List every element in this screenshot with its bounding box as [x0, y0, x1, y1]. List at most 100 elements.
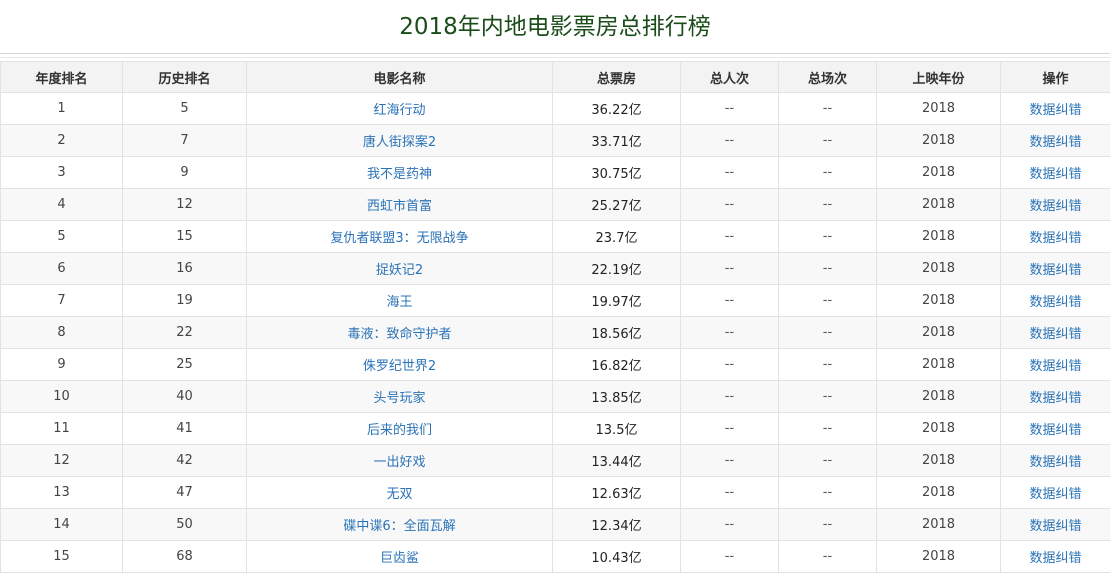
data-correction-link[interactable]: 数据纠错	[1000, 92, 1110, 125]
cell-gross: 12.34亿	[552, 508, 681, 541]
header-release-year[interactable]: 上映年份	[876, 61, 1001, 93]
table-row: 1 5 红海行动 36.22亿 -- -- 2018 数据纠错	[0, 92, 1110, 125]
cell-annual-rank: 11	[0, 412, 123, 445]
box-office-table: 年度排名 历史排名 电影名称 总票房 总人次 总场次 上映年份 操作 1 5 红海行…	[0, 61, 1110, 573]
data-correction-link[interactable]: 数据纠错	[1000, 348, 1110, 381]
cell-history-rank: 40	[122, 380, 247, 413]
cell-release-year: 2018	[876, 92, 1001, 125]
cell-screenings: --	[778, 412, 877, 445]
cell-history-rank: 42	[122, 444, 247, 477]
cell-annual-rank: 5	[0, 220, 123, 253]
data-correction-link[interactable]: 数据纠错	[1000, 188, 1110, 221]
data-correction-link[interactable]: 数据纠错	[1000, 156, 1110, 189]
movie-link[interactable]: 西虹市首富	[246, 188, 553, 221]
data-correction-link[interactable]: 数据纠错	[1000, 476, 1110, 509]
cell-annual-rank: 4	[0, 188, 123, 221]
cell-annual-rank: 2	[0, 124, 123, 157]
cell-gross: 36.22亿	[552, 92, 681, 125]
cell-admissions: --	[680, 348, 779, 381]
cell-admissions: --	[680, 156, 779, 189]
cell-history-rank: 41	[122, 412, 247, 445]
cell-admissions: --	[680, 316, 779, 349]
table-row: 3 9 我不是药神 30.75亿 -- -- 2018 数据纠错	[0, 156, 1110, 189]
cell-admissions: --	[680, 188, 779, 221]
header-history-rank[interactable]: 历史排名	[122, 61, 247, 93]
cell-release-year: 2018	[876, 476, 1001, 509]
cell-gross: 22.19亿	[552, 252, 681, 285]
cell-annual-rank: 15	[0, 540, 123, 573]
movie-link[interactable]: 捉妖记2	[246, 252, 553, 285]
data-correction-link[interactable]: 数据纠错	[1000, 508, 1110, 541]
movie-link[interactable]: 碟中谍6：全面瓦解	[246, 508, 553, 541]
table-row: 2 7 唐人街探案2 33.71亿 -- -- 2018 数据纠错	[0, 124, 1110, 157]
table-row: 6 16 捉妖记2 22.19亿 -- -- 2018 数据纠错	[0, 252, 1110, 285]
data-correction-link[interactable]: 数据纠错	[1000, 252, 1110, 285]
cell-gross: 13.5亿	[552, 412, 681, 445]
cell-screenings: --	[778, 540, 877, 573]
data-correction-link[interactable]: 数据纠错	[1000, 220, 1110, 253]
cell-admissions: --	[680, 444, 779, 477]
movie-link[interactable]: 红海行动	[246, 92, 553, 125]
table-row: 11 41 后来的我们 13.5亿 -- -- 2018 数据纠错	[0, 412, 1110, 445]
movie-link[interactable]: 侏罗纪世界2	[246, 348, 553, 381]
cell-gross: 16.82亿	[552, 348, 681, 381]
cell-release-year: 2018	[876, 348, 1001, 381]
cell-gross: 30.75亿	[552, 156, 681, 189]
cell-admissions: --	[680, 220, 779, 253]
cell-annual-rank: 1	[0, 92, 123, 125]
data-correction-link[interactable]: 数据纠错	[1000, 124, 1110, 157]
cell-annual-rank: 7	[0, 284, 123, 317]
movie-link[interactable]: 巨齿鲨	[246, 540, 553, 573]
cell-screenings: --	[778, 348, 877, 381]
cell-gross: 12.63亿	[552, 476, 681, 509]
cell-screenings: --	[778, 156, 877, 189]
cell-annual-rank: 3	[0, 156, 123, 189]
cell-screenings: --	[778, 188, 877, 221]
cell-release-year: 2018	[876, 124, 1001, 157]
movie-link[interactable]: 海王	[246, 284, 553, 317]
cell-release-year: 2018	[876, 380, 1001, 413]
cell-screenings: --	[778, 444, 877, 477]
cell-annual-rank: 9	[0, 348, 123, 381]
header-action: 操作	[1000, 61, 1110, 93]
movie-link[interactable]: 头号玩家	[246, 380, 553, 413]
table-row: 12 42 一出好戏 13.44亿 -- -- 2018 数据纠错	[0, 444, 1110, 477]
data-correction-link[interactable]: 数据纠错	[1000, 284, 1110, 317]
movie-link[interactable]: 一出好戏	[246, 444, 553, 477]
table-row: 14 50 碟中谍6：全面瓦解 12.34亿 -- -- 2018 数据纠错	[0, 508, 1110, 541]
header-gross[interactable]: 总票房	[552, 61, 681, 93]
table-row: 4 12 西虹市首富 25.27亿 -- -- 2018 数据纠错	[0, 188, 1110, 221]
header-annual-rank[interactable]: 年度排名	[0, 61, 123, 93]
cell-admissions: --	[680, 92, 779, 125]
header-admissions[interactable]: 总人次	[680, 61, 779, 93]
cell-annual-rank: 10	[0, 380, 123, 413]
movie-link[interactable]: 复仇者联盟3：无限战争	[246, 220, 553, 253]
cell-gross: 23.7亿	[552, 220, 681, 253]
cell-gross: 10.43亿	[552, 540, 681, 573]
cell-gross: 33.71亿	[552, 124, 681, 157]
cell-history-rank: 22	[122, 316, 247, 349]
movie-link[interactable]: 无双	[246, 476, 553, 509]
cell-release-year: 2018	[876, 508, 1001, 541]
data-correction-link[interactable]: 数据纠错	[1000, 540, 1110, 573]
cell-release-year: 2018	[876, 156, 1001, 189]
table-row: 10 40 头号玩家 13.85亿 -- -- 2018 数据纠错	[0, 380, 1110, 413]
table-row: 5 15 复仇者联盟3：无限战争 23.7亿 -- -- 2018 数据纠错	[0, 220, 1110, 253]
table-row: 7 19 海王 19.97亿 -- -- 2018 数据纠错	[0, 284, 1110, 317]
table-row: 13 47 无双 12.63亿 -- -- 2018 数据纠错	[0, 476, 1110, 509]
cell-gross: 25.27亿	[552, 188, 681, 221]
movie-link[interactable]: 我不是药神	[246, 156, 553, 189]
data-correction-link[interactable]: 数据纠错	[1000, 444, 1110, 477]
cell-release-year: 2018	[876, 220, 1001, 253]
cell-history-rank: 50	[122, 508, 247, 541]
movie-link[interactable]: 毒液：致命守护者	[246, 316, 553, 349]
header-movie-name[interactable]: 电影名称	[246, 61, 553, 93]
movie-link[interactable]: 唐人街探案2	[246, 124, 553, 157]
movie-link[interactable]: 后来的我们	[246, 412, 553, 445]
data-correction-link[interactable]: 数据纠错	[1000, 380, 1110, 413]
box-office-table-container: 年度排名 历史排名 电影名称 总票房 总人次 总场次 上映年份 操作 1 5 红海行…	[0, 61, 1110, 573]
header-screenings[interactable]: 总场次	[778, 61, 877, 93]
data-correction-link[interactable]: 数据纠错	[1000, 412, 1110, 445]
cell-annual-rank: 12	[0, 444, 123, 477]
data-correction-link[interactable]: 数据纠错	[1000, 316, 1110, 349]
